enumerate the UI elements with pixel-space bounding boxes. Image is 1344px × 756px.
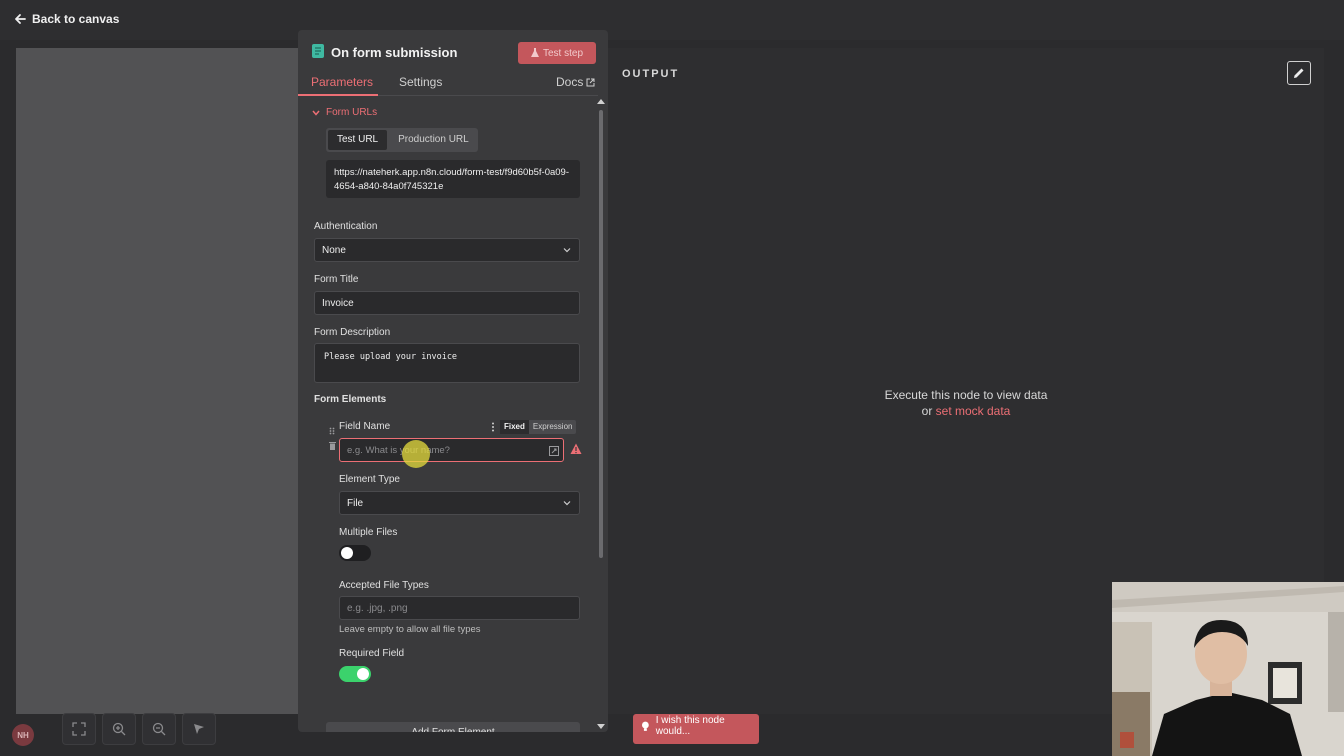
mode-fixed[interactable]: Fixed xyxy=(500,420,529,434)
docs-label: Docs xyxy=(556,75,584,89)
tidy-icon xyxy=(194,724,204,734)
multiple-files-toggle[interactable] xyxy=(339,545,371,561)
warning-icon xyxy=(570,443,582,454)
form-description-value: Please upload your invoice xyxy=(324,352,458,362)
scroll-up-icon[interactable] xyxy=(597,98,605,106)
set-mock-data-link[interactable]: set mock data xyxy=(936,404,1011,418)
active-tab-indicator xyxy=(298,94,378,96)
tab-settings[interactable]: Settings xyxy=(399,75,442,89)
fixed-expression-toggle: Fixed Expression xyxy=(500,420,577,434)
kebab-menu-icon[interactable] xyxy=(491,422,495,432)
required-field-toggle[interactable] xyxy=(339,666,371,682)
tidy-up-button[interactable] xyxy=(182,713,216,745)
test-step-button[interactable]: Test step xyxy=(518,42,596,64)
feedback-button[interactable]: I wish this node would... xyxy=(633,714,759,744)
scroll-down-icon[interactable] xyxy=(597,722,605,730)
accepted-file-types-label: Accepted File Types xyxy=(339,580,429,591)
mouse-cursor-highlight xyxy=(402,440,430,468)
pencil-icon xyxy=(1294,68,1304,78)
authentication-label: Authentication xyxy=(314,221,378,232)
authentication-select[interactable]: None xyxy=(314,238,580,262)
back-to-canvas-button[interactable]: Back to canvas xyxy=(14,12,119,26)
accepted-file-types-placeholder: e.g. .jpg, .png xyxy=(347,602,408,614)
node-parameters-panel: On form submission Test step Parameters … xyxy=(298,30,608,732)
fit-view-button[interactable] xyxy=(62,713,96,745)
zoom-out-button[interactable] xyxy=(142,713,176,745)
tab-parameters[interactable]: Parameters xyxy=(311,75,373,89)
trash-icon[interactable] xyxy=(329,441,336,450)
avatar[interactable]: NH xyxy=(12,724,34,746)
url-tabs: Test URL Production URL xyxy=(326,128,478,152)
mode-expression[interactable]: Expression xyxy=(529,420,577,434)
back-arrow-icon xyxy=(15,14,26,24)
execute-message: Execute this node to view data or set mo… xyxy=(808,387,1124,419)
expand-icon[interactable] xyxy=(549,446,559,456)
node-title: On form submission xyxy=(331,45,458,60)
scroll-thumb[interactable] xyxy=(599,110,603,558)
feedback-label: I wish this node would... xyxy=(655,715,725,737)
toggle-knob xyxy=(357,668,369,680)
flask-icon xyxy=(530,48,539,57)
execute-message-text: Execute this node to view data xyxy=(884,388,1048,402)
output-title: OUTPUT xyxy=(622,68,680,80)
top-bar: Back to canvas xyxy=(0,0,1344,40)
form-title-label: Form Title xyxy=(314,274,359,285)
chevron-down-icon xyxy=(563,248,571,253)
form-elements-label: Form Elements xyxy=(314,394,387,405)
test-step-label: Test step xyxy=(542,47,584,59)
lightbulb-icon xyxy=(641,721,649,731)
webcam-overlay xyxy=(1112,582,1344,756)
authentication-value: None xyxy=(322,244,346,256)
input-pane xyxy=(16,48,298,714)
element-type-select[interactable]: File xyxy=(339,491,580,515)
multiple-files-label: Multiple Files xyxy=(339,527,398,538)
required-field-label: Required Field xyxy=(339,648,405,659)
tab-production-url[interactable]: Production URL xyxy=(389,128,478,152)
field-name-placeholder: e.g. What is your name? xyxy=(347,444,450,456)
external-link-icon xyxy=(586,78,595,86)
form-url-display[interactable]: https://nateherk.app.n8n.cloud/form-test… xyxy=(326,160,580,198)
form-node-icon xyxy=(312,44,324,58)
chevron-down-icon xyxy=(563,501,571,506)
accepted-file-types-input[interactable]: e.g. .jpg, .png xyxy=(339,596,580,620)
form-description-textarea[interactable]: Please upload your invoice xyxy=(314,343,580,383)
panel-scrollbar[interactable] xyxy=(596,96,606,732)
canvas-controls xyxy=(62,713,216,745)
form-description-label: Form Description xyxy=(314,327,391,338)
toggle-knob xyxy=(341,547,353,559)
or-text: or xyxy=(921,404,933,418)
back-label: Back to canvas xyxy=(32,12,120,26)
element-type-value: File xyxy=(347,497,364,509)
zoom-in-icon xyxy=(112,722,126,736)
accepted-file-types-hint: Leave empty to allow all file types xyxy=(339,624,481,635)
tab-test-url[interactable]: Test URL xyxy=(328,130,388,150)
docs-link[interactable]: Docs xyxy=(556,75,595,89)
presenter-video-image xyxy=(1112,582,1344,756)
edit-output-button[interactable] xyxy=(1287,61,1311,85)
panel-tabs: Parameters Settings Docs xyxy=(298,74,598,96)
chevron-down-icon xyxy=(312,110,320,116)
drag-handle-icon[interactable] xyxy=(329,427,335,435)
add-form-element-button[interactable]: Add Form Element xyxy=(326,722,580,732)
form-title-input[interactable]: Invoice xyxy=(314,291,580,315)
form-urls-toggle[interactable]: Form URLs xyxy=(312,107,377,118)
fit-view-icon xyxy=(72,722,86,736)
mock-data-line: or set mock data xyxy=(808,403,1124,419)
form-title-value: Invoice xyxy=(322,297,354,309)
zoom-out-icon xyxy=(152,722,166,736)
field-name-label: Field Name xyxy=(339,421,391,432)
field-name-input[interactable]: e.g. What is your name? xyxy=(339,438,564,462)
form-urls-label: Form URLs xyxy=(326,107,378,118)
zoom-in-button[interactable] xyxy=(102,713,136,745)
node-header: On form submission Test step xyxy=(298,30,608,74)
element-type-label: Element Type xyxy=(339,474,400,485)
